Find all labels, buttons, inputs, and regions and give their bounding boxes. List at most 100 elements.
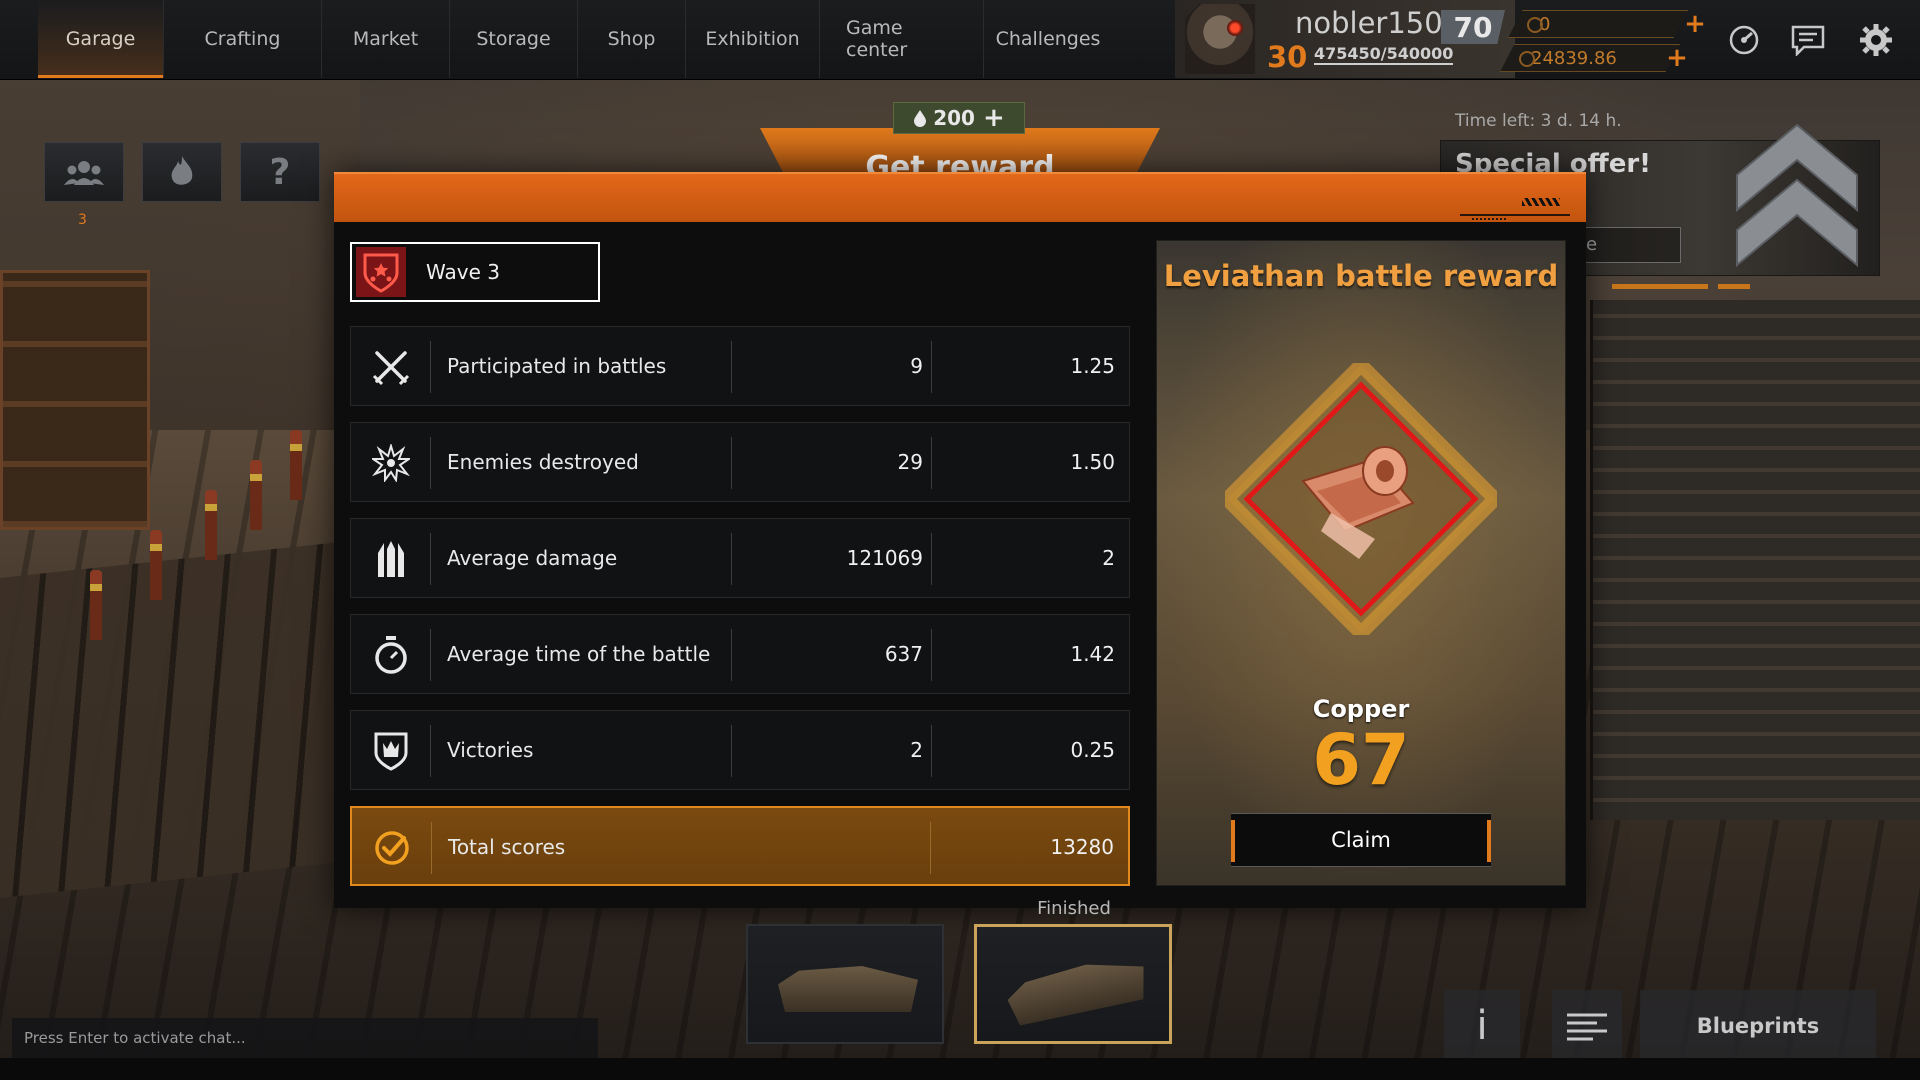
player-username: nobler1500: [1295, 6, 1450, 40]
stat-value: 9: [910, 354, 923, 378]
background-post: [205, 490, 217, 560]
group-icon: [64, 161, 104, 185]
vehicle-card[interactable]: [746, 924, 944, 1044]
flame-icon: [171, 156, 193, 185]
squad-button[interactable]: [44, 142, 124, 202]
currency-value: 24839.86: [1531, 47, 1617, 69]
nav-tab-challenges[interactable]: Challenges: [984, 0, 1112, 78]
stat-multiplier: 0.25: [1070, 738, 1115, 762]
player-xp: 475450/540000: [1314, 44, 1454, 65]
background-vehicle-track: [0, 542, 340, 898]
nav-tab-crafting[interactable]: Crafting: [164, 0, 322, 78]
speedometer-icon[interactable]: [1724, 20, 1764, 60]
main-nav: Garage Crafting Market Storage Shop Exhi…: [38, 0, 1112, 78]
bottom-edge: [0, 1058, 1920, 1080]
stat-multiplier: 2: [1102, 546, 1115, 570]
coin-icon: [1527, 17, 1543, 33]
wave-label: Wave 3: [426, 260, 500, 284]
stat-row-damage: Average damage 121069 2: [350, 518, 1130, 598]
chat-input[interactable]: Press Enter to activate chat...: [12, 1018, 598, 1058]
checkmark-icon: [352, 822, 432, 874]
stat-label: Average time of the battle: [447, 642, 711, 666]
stat-label: Participated in battles: [447, 354, 667, 378]
reward-cost-pill: 200 +: [893, 102, 1025, 134]
reward-cost-value: 200: [933, 106, 975, 130]
gear-icon[interactable]: [1856, 20, 1896, 60]
reward-item-count: 67: [1312, 719, 1410, 801]
offer-progress-segment: [1718, 284, 1750, 289]
special-offer-button-label: e: [1586, 234, 1598, 255]
nav-tab-storage[interactable]: Storage: [450, 0, 578, 78]
stat-row-victories: Victories 2 0.25: [350, 710, 1130, 790]
stopwatch-icon: [351, 629, 431, 681]
fire-button[interactable]: [142, 142, 222, 202]
reward-cost-plus: +: [982, 103, 1005, 133]
offer-progress-segment: [1612, 284, 1708, 289]
wave-selector[interactable]: Wave 3: [350, 242, 600, 302]
stat-row-enemies: Enemies destroyed 29 1.50: [350, 422, 1130, 502]
reward-title: Leviathan battle reward: [1163, 259, 1559, 293]
stat-multiplier: 1.50: [1070, 450, 1115, 474]
background-post: [90, 570, 102, 640]
nav-tab-garage[interactable]: Garage: [38, 0, 164, 78]
chat-icon[interactable]: [1788, 20, 1828, 60]
header-decoration: [1522, 198, 1560, 206]
finished-label: Finished: [1037, 898, 1111, 919]
nav-tab-exhibition[interactable]: Exhibition: [686, 0, 820, 78]
stat-multiplier: 1.25: [1070, 354, 1115, 378]
total-scores-label: Total scores: [448, 835, 566, 859]
blueprints-button[interactable]: Blueprints: [1640, 990, 1876, 1062]
nav-tab-shop[interactable]: Shop: [578, 0, 686, 78]
leviathan-reward-modal: Wave 3 Participated in battles 9 1.25 En…: [334, 172, 1586, 908]
player-rank: 30: [1267, 40, 1308, 74]
offer-time-left: Time left: 3 d. 14 h.: [1455, 111, 1622, 131]
player-profile[interactable]: nobler1500 70 30 475450/540000: [1175, 0, 1515, 78]
drop-icon: [914, 110, 927, 127]
player-level-badge: 70: [1441, 10, 1505, 44]
background-shelf: [0, 270, 150, 530]
stat-value: 121069: [846, 546, 923, 570]
info-button[interactable]: i: [1444, 990, 1520, 1062]
currency-badge-coins: 24839.86: [1500, 44, 1680, 72]
stat-label: Average damage: [447, 546, 618, 570]
stat-label: Enemies destroyed: [447, 450, 639, 474]
avatar-lens-icon: [1227, 20, 1243, 36]
total-scores-value: 13280: [1050, 835, 1114, 859]
rank-chevron-icon: [1736, 123, 1858, 268]
help-button[interactable]: ?: [240, 142, 320, 202]
stat-row-battles: Participated in battles 9 1.25: [350, 326, 1130, 406]
shield-icon: [351, 725, 431, 777]
stat-multiplier: 1.42: [1070, 642, 1115, 666]
background-post: [150, 530, 162, 600]
header-decoration-line: [1460, 214, 1570, 216]
stat-value: 29: [897, 450, 923, 474]
reward-item-frame: [1225, 363, 1497, 635]
list-icon: [1567, 1013, 1607, 1041]
add-currency-button[interactable]: +: [1680, 9, 1710, 39]
stat-value: 2: [910, 738, 923, 762]
coin-icon: [1519, 51, 1535, 67]
modal-header: [334, 172, 1586, 222]
vehicle-thumbnail: [778, 966, 918, 1012]
reward-panel: Leviathan battle reward Copper 67 Claim: [1156, 240, 1566, 886]
claim-button[interactable]: Claim: [1231, 813, 1491, 867]
explosion-icon: [351, 437, 431, 489]
stat-label: Victories: [447, 738, 534, 762]
background-post: [290, 430, 302, 500]
header-decoration-dots: [1472, 218, 1508, 220]
wave-emblem-icon: [356, 247, 406, 297]
nav-tab-market[interactable]: Market: [322, 0, 450, 78]
total-scores-row: Total scores 13280: [350, 806, 1130, 886]
stat-value: 637: [884, 642, 923, 666]
special-offer-button[interactable]: e: [1571, 227, 1681, 263]
squad-count: 3: [78, 212, 87, 228]
nav-tab-game-center[interactable]: Game center: [820, 0, 984, 78]
list-button[interactable]: [1552, 990, 1622, 1062]
vehicle-thumbnail: [1004, 953, 1151, 1027]
background-machine: [1590, 300, 1920, 820]
vehicle-card-selected[interactable]: [974, 924, 1172, 1044]
add-coins-button[interactable]: +: [1662, 43, 1692, 73]
player-avatar: [1185, 4, 1255, 74]
top-navigation-bar: Garage Crafting Market Storage Shop Exhi…: [0, 0, 1920, 80]
crossed-swords-icon: [351, 341, 431, 393]
